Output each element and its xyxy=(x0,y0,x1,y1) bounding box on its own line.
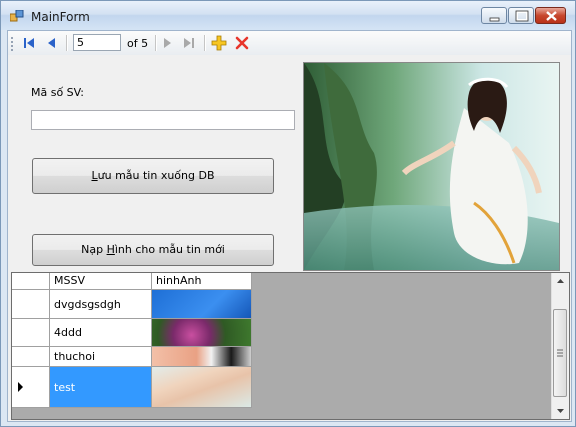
grid-cell-image[interactable] xyxy=(152,367,252,408)
grid-vertical-scrollbar[interactable] xyxy=(551,273,569,419)
form-client-area: 5 of 5 Mã số SV: Lưu mẫu tin xuống DB Nạ… xyxy=(7,30,572,422)
toolbar-separator xyxy=(155,35,157,51)
title-bar[interactable]: MainForm xyxy=(1,1,575,30)
column-header-mssv[interactable]: MSSV xyxy=(50,273,152,290)
move-last-icon[interactable] xyxy=(181,35,197,51)
column-header-hinhanh[interactable]: hinhAnh xyxy=(152,273,252,290)
binding-navigator: 5 of 5 xyxy=(8,31,571,55)
load-image-button[interactable]: Nạp Hình cho mẫu tin mới xyxy=(32,234,274,266)
window-title: MainForm xyxy=(31,10,90,24)
grid-cell-mssv[interactable]: 4ddd xyxy=(50,319,152,347)
delete-icon[interactable] xyxy=(234,35,250,51)
maximize-button[interactable] xyxy=(508,7,534,24)
close-icon xyxy=(546,11,557,21)
maximize-icon xyxy=(515,10,529,22)
grid-cell-mssv-selected[interactable]: test xyxy=(50,367,152,408)
row-header[interactable] xyxy=(12,290,50,319)
count-label: of 5 xyxy=(127,37,149,50)
current-row-arrow-icon xyxy=(18,382,23,392)
move-next-icon[interactable] xyxy=(159,35,175,51)
position-input[interactable]: 5 xyxy=(73,34,121,51)
scroll-up-icon[interactable] xyxy=(552,273,569,290)
masv-input[interactable] xyxy=(31,110,295,130)
row-header[interactable] xyxy=(12,319,50,347)
close-button[interactable] xyxy=(535,7,566,24)
grid-cell-mssv[interactable]: dvgdsgsdgh xyxy=(50,290,152,319)
grid-corner-header[interactable] xyxy=(12,273,50,290)
minimize-button[interactable] xyxy=(481,7,507,24)
row-header-current[interactable] xyxy=(12,367,50,408)
photo-image xyxy=(304,63,559,270)
move-first-icon[interactable] xyxy=(21,35,37,51)
toolbar-separator xyxy=(66,35,68,51)
masv-label: Mã số SV: xyxy=(31,86,85,99)
scroll-grip-icon xyxy=(557,349,563,357)
scroll-down-icon[interactable] xyxy=(552,402,569,419)
save-record-button[interactable]: Lưu mẫu tin xuống DB xyxy=(32,158,274,194)
toolbar-grip-icon xyxy=(11,37,13,51)
row-header[interactable] xyxy=(12,347,50,367)
student-photo xyxy=(303,62,560,271)
grid-cell-mssv[interactable]: thuchoi xyxy=(50,347,152,367)
app-icon xyxy=(10,10,24,22)
grid-cell-image[interactable] xyxy=(152,347,252,367)
toolbar-separator xyxy=(204,35,206,51)
minimize-icon xyxy=(489,17,500,22)
move-previous-icon[interactable] xyxy=(44,35,60,51)
grid-cell-image[interactable] xyxy=(152,319,252,347)
add-new-icon[interactable] xyxy=(211,35,227,51)
scrollbar-thumb[interactable] xyxy=(553,309,567,397)
student-grid[interactable]: MSSV hinhAnh dvgdsgsdgh 4ddd thuchoi tes… xyxy=(11,272,570,420)
main-window: MainForm 5 of 5 Mã số SV: Lưu mẫu tin xu… xyxy=(0,0,576,427)
grid-cell-image[interactable] xyxy=(152,290,252,319)
